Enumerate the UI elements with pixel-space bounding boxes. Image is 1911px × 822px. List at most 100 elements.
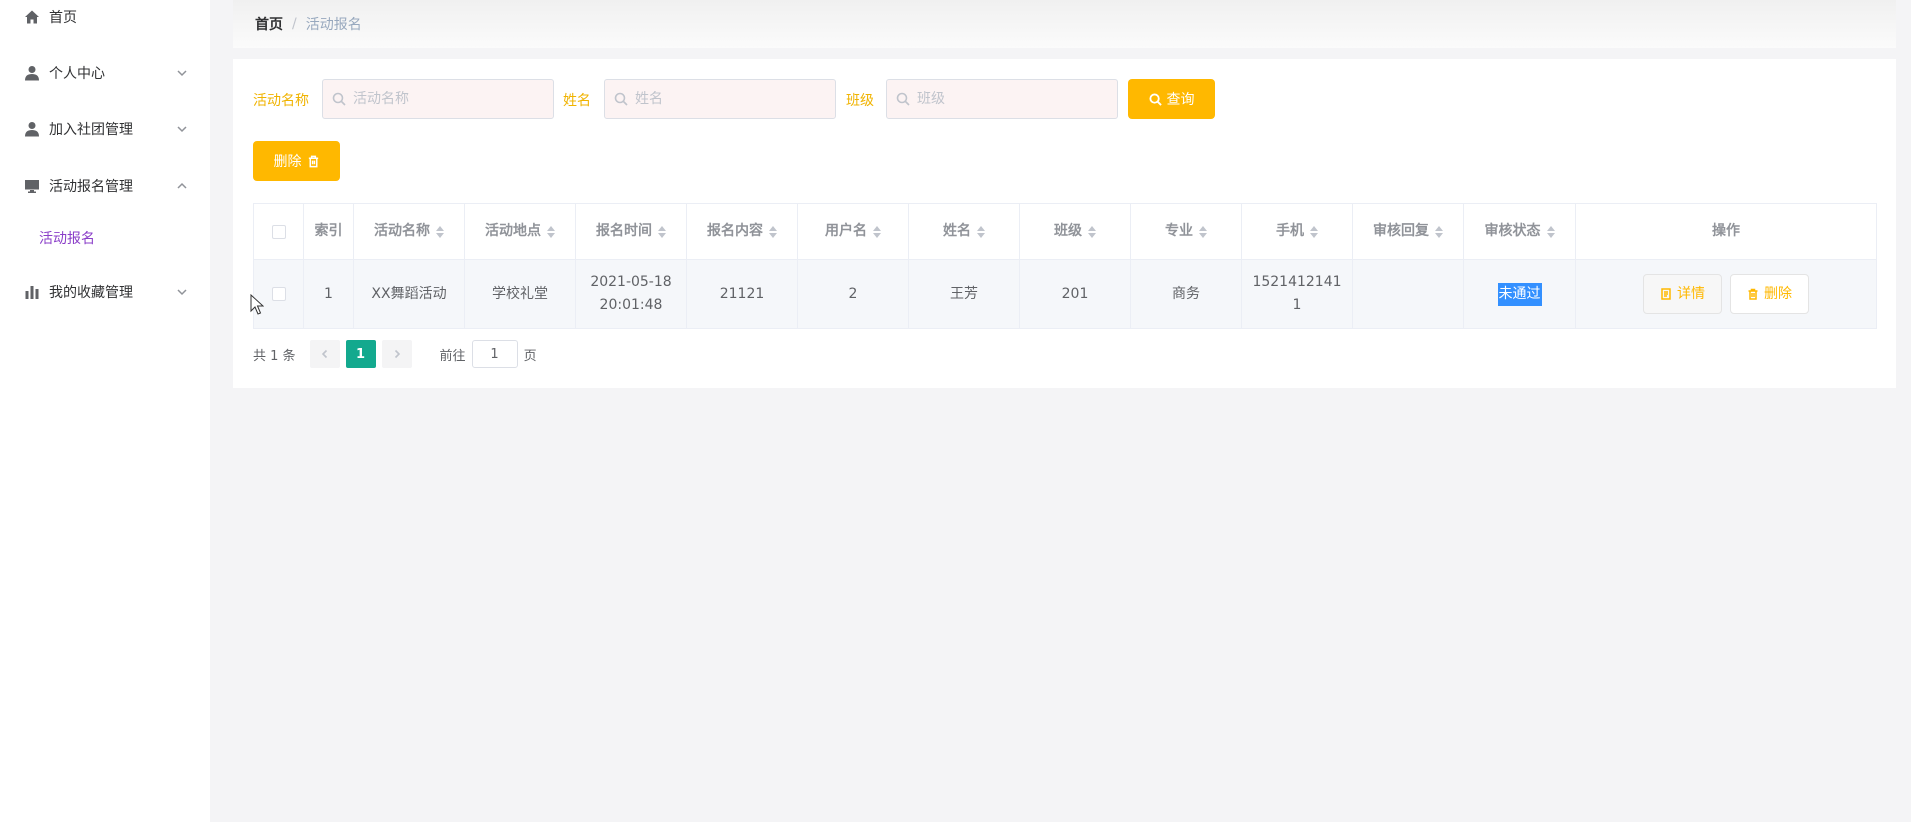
sidebar-item-label: 个人中心 xyxy=(49,66,105,82)
sort-icon[interactable] xyxy=(1435,225,1443,238)
query-button[interactable]: 查询 xyxy=(1128,79,1215,119)
header-review-status[interactable]: 审核状态 xyxy=(1464,204,1576,260)
class-input[interactable] xyxy=(917,91,1107,107)
breadcrumb-separator: / xyxy=(292,16,297,32)
search-icon xyxy=(1148,92,1162,106)
header-label: 活动名称 xyxy=(374,223,430,239)
header-activity-name[interactable]: 活动名称 xyxy=(354,204,465,260)
user-icon xyxy=(23,120,41,138)
user-icon xyxy=(23,64,41,82)
sort-icon[interactable] xyxy=(1546,225,1555,238)
cell-signup-content: 21121 xyxy=(687,260,798,329)
detail-button[interactable]: 详情 xyxy=(1643,274,1722,314)
header-name[interactable]: 姓名 xyxy=(909,204,1020,260)
activity-name-label: 活动名称 xyxy=(253,93,309,109)
pagination-total: 共 1 条 xyxy=(253,348,296,364)
trash-icon xyxy=(308,155,318,167)
sort-icon[interactable] xyxy=(873,225,881,238)
header-class[interactable]: 班级 xyxy=(1020,204,1131,260)
pagination: 共 1 条 1 前往 页 xyxy=(253,340,537,368)
sidebar-item-label: 加入社团管理 xyxy=(49,122,133,138)
header-label: 操作 xyxy=(1712,223,1740,239)
sidebar-item-home[interactable]: 首页 xyxy=(0,0,210,45)
chevron-up-icon xyxy=(176,180,188,192)
sort-icon[interactable] xyxy=(1310,225,1318,238)
cell-activity-location: 学校礼堂 xyxy=(465,260,576,329)
sort-icon[interactable] xyxy=(547,225,555,238)
sort-icon[interactable] xyxy=(977,225,985,238)
header-major[interactable]: 专业 xyxy=(1131,204,1242,260)
cell-major: 商务 xyxy=(1131,260,1242,329)
cell-class: 201 xyxy=(1020,260,1131,329)
table-header-row: 索引 活动名称 活动地点 报名时间 报名内容 用户名 姓名 班级 专业 手机 审… xyxy=(254,204,1877,260)
sort-icon[interactable] xyxy=(769,225,777,238)
row-checkbox[interactable] xyxy=(271,287,286,301)
row-delete-button[interactable]: 删除 xyxy=(1730,274,1809,314)
sidebar-item-label: 我的收藏管理 xyxy=(49,285,133,301)
sidebar-subitem-label: 活动报名 xyxy=(39,231,95,247)
cell-signup-time: 2021-05-18 20:01:48 xyxy=(576,260,687,329)
header-username[interactable]: 用户名 xyxy=(798,204,909,260)
header-phone[interactable]: 手机 xyxy=(1242,204,1353,260)
document-icon xyxy=(1661,288,1671,300)
header-label: 手机 xyxy=(1276,223,1304,239)
header-review-reply[interactable]: 审核回复 xyxy=(1353,204,1464,260)
header-activity-location[interactable]: 活动地点 xyxy=(465,204,576,260)
sort-icon[interactable] xyxy=(658,225,666,238)
cell-review-reply xyxy=(1353,260,1464,329)
next-page-button[interactable] xyxy=(381,340,412,368)
breadcrumb: 首页 / 活动报名 xyxy=(233,0,1896,48)
header-label: 审核状态 xyxy=(1484,223,1541,239)
sidebar-item-favorites[interactable]: 我的收藏管理 xyxy=(0,264,210,320)
activity-name-field[interactable] xyxy=(322,79,554,119)
sidebar-item-activity-signup[interactable]: 活动报名管理 xyxy=(0,158,210,214)
class-field[interactable] xyxy=(886,79,1118,119)
detail-button-label: 详情 xyxy=(1677,285,1705,302)
select-all-checkbox[interactable] xyxy=(271,224,286,239)
chevron-down-icon xyxy=(176,123,188,135)
delete-button[interactable]: 删除 xyxy=(253,141,340,181)
header-signup-time[interactable]: 报名时间 xyxy=(576,204,687,260)
phone-line-2: 1 xyxy=(1292,297,1302,313)
header-select-all xyxy=(254,204,304,260)
name-field[interactable] xyxy=(604,79,836,119)
breadcrumb-current: 活动报名 xyxy=(305,17,362,33)
activity-name-input[interactable] xyxy=(353,91,543,107)
cell-name: 王芳 xyxy=(909,260,1020,329)
table-body: 1 XX舞蹈活动 学校礼堂 2021-05-18 20:01:48 21121 … xyxy=(254,260,1877,329)
home-icon xyxy=(23,8,41,26)
class-label: 班级 xyxy=(846,93,874,109)
cell-actions: 详情 删除 xyxy=(1576,260,1877,329)
mouse-cursor-icon xyxy=(250,294,264,315)
bar-chart-icon xyxy=(23,283,41,301)
sort-icon[interactable] xyxy=(1199,225,1207,238)
sort-icon[interactable] xyxy=(1088,225,1096,238)
sidebar-item-join-club[interactable]: 加入社团管理 xyxy=(0,101,210,157)
query-button-label: 查询 xyxy=(1166,92,1195,108)
signup-date: 2021-05-18 xyxy=(590,274,672,290)
name-input[interactable] xyxy=(635,91,825,107)
chevron-down-icon xyxy=(176,286,188,298)
prev-page-button[interactable] xyxy=(309,340,340,368)
header-label: 审核回复 xyxy=(1373,223,1429,239)
page-number-button[interactable]: 1 xyxy=(345,340,376,368)
page-unit-label: 页 xyxy=(523,348,537,364)
delete-button-label: 删除 xyxy=(273,154,302,170)
search-icon xyxy=(332,92,346,106)
chevron-down-icon xyxy=(176,67,188,79)
header-label: 报名内容 xyxy=(707,223,763,239)
cell-index: 1 xyxy=(304,260,354,329)
trash-icon xyxy=(1748,288,1758,300)
sidebar-subitem-activity-signup[interactable]: 活动报名 xyxy=(0,216,210,260)
goto-page-input[interactable] xyxy=(471,340,518,368)
header-signup-content[interactable]: 报名内容 xyxy=(687,204,798,260)
header-actions: 操作 xyxy=(1576,204,1877,260)
header-index: 索引 xyxy=(304,204,354,260)
sidebar-item-personal-center[interactable]: 个人中心 xyxy=(0,45,210,101)
breadcrumb-home[interactable]: 首页 xyxy=(255,14,283,34)
goto-label: 前往 xyxy=(439,348,466,364)
status-text: 未通过 xyxy=(1497,282,1542,306)
sort-icon[interactable] xyxy=(436,225,444,238)
cell-review-status: 未通过 xyxy=(1464,260,1576,329)
table-row: 1 XX舞蹈活动 学校礼堂 2021-05-18 20:01:48 21121 … xyxy=(254,260,1877,329)
